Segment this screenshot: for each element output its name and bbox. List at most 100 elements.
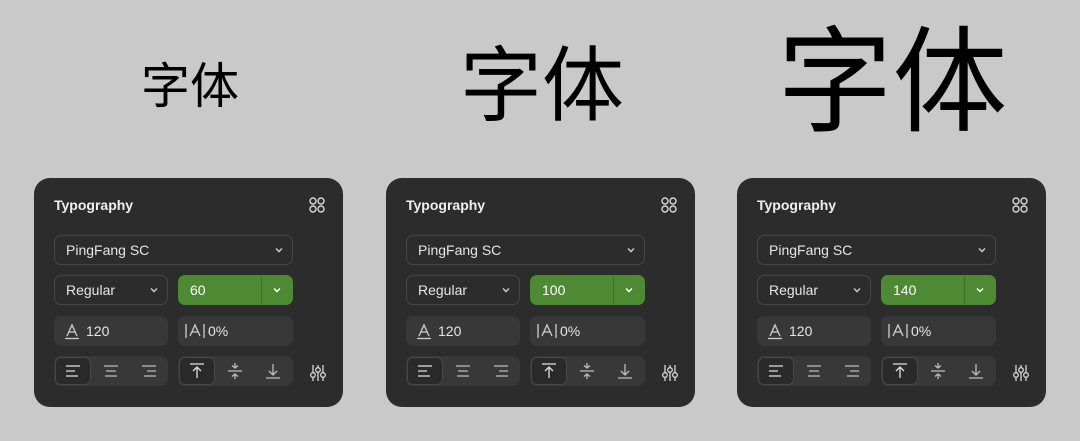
align-middle-button[interactable] <box>217 357 253 385</box>
font-size-value: 60 <box>190 282 206 298</box>
font-weight-value: Regular <box>418 282 468 298</box>
align-middle-icon <box>228 363 242 379</box>
align-right-icon <box>142 365 156 377</box>
letter-spacing-value: 0% <box>911 323 932 339</box>
vertical-align-group <box>178 356 293 386</box>
align-middle-button[interactable] <box>920 357 956 385</box>
align-left-button[interactable] <box>55 357 91 385</box>
align-left-icon <box>66 365 80 377</box>
font-size-value: 140 <box>893 282 917 298</box>
align-top-button[interactable] <box>179 357 215 385</box>
vertical-align-group <box>530 356 645 386</box>
font-family-value: PingFang SC <box>418 242 502 258</box>
align-right-button[interactable] <box>131 357 167 385</box>
line-height-icon <box>768 323 782 340</box>
align-left-button[interactable] <box>758 357 794 385</box>
align-bottom-button[interactable] <box>607 357 643 385</box>
font-family-value: PingFang SC <box>66 242 150 258</box>
line-height-value: 120 <box>789 323 813 339</box>
align-center-button[interactable] <box>93 357 129 385</box>
align-right-button[interactable] <box>834 357 870 385</box>
sliders-icon[interactable] <box>1011 363 1031 383</box>
vertical-align-group <box>881 356 996 386</box>
grid-dots-icon[interactable] <box>306 194 328 216</box>
line-height-value: 120 <box>438 323 462 339</box>
horizontal-align-group <box>406 356 520 386</box>
align-left-icon <box>418 365 432 377</box>
align-left-icon <box>769 365 783 377</box>
align-center-button[interactable] <box>445 357 481 385</box>
typography-panel-1: Typography PingFang SC Regular 60 120 0% <box>34 178 343 407</box>
font-weight-select[interactable]: Regular <box>406 275 520 305</box>
align-center-icon <box>104 365 118 377</box>
align-bottom-icon <box>969 364 983 379</box>
line-height-field[interactable]: 120 <box>54 316 168 346</box>
align-right-button[interactable] <box>483 357 519 385</box>
align-center-button[interactable] <box>796 357 832 385</box>
align-right-icon <box>845 365 859 377</box>
letter-spacing-field[interactable]: 0% <box>881 316 996 346</box>
sliders-icon[interactable] <box>660 363 680 383</box>
line-height-field[interactable]: 120 <box>406 316 520 346</box>
align-right-icon <box>494 365 508 377</box>
horizontal-align-group <box>757 356 871 386</box>
grid-dots-icon[interactable] <box>658 194 680 216</box>
align-top-icon <box>542 363 556 378</box>
font-family-select[interactable]: PingFang SC <box>757 235 996 265</box>
letter-spacing-value: 0% <box>560 323 581 339</box>
chevron-down-icon <box>493 285 519 295</box>
font-family-select[interactable]: PingFang SC <box>54 235 293 265</box>
letter-spacing-icon <box>888 323 908 338</box>
align-top-icon <box>893 363 907 378</box>
sliders-icon[interactable] <box>308 363 328 383</box>
chevron-down-icon <box>969 245 995 255</box>
line-height-field[interactable]: 120 <box>757 316 871 346</box>
font-family-select[interactable]: PingFang SC <box>406 235 645 265</box>
line-height-icon <box>417 323 431 340</box>
align-top-icon <box>190 363 204 378</box>
align-bottom-icon <box>618 364 632 379</box>
font-size-value: 100 <box>542 282 566 298</box>
font-size-select[interactable]: 60 <box>178 275 293 305</box>
align-center-icon <box>456 365 470 377</box>
font-size-select[interactable]: 140 <box>881 275 996 305</box>
letter-spacing-field[interactable]: 0% <box>530 316 645 346</box>
font-sample-small: 字体 <box>140 58 239 115</box>
letter-spacing-icon <box>537 323 557 338</box>
font-sample-medium: 字体 <box>459 39 624 134</box>
line-height-value: 120 <box>86 323 110 339</box>
letter-spacing-icon <box>185 323 205 338</box>
line-height-icon <box>65 323 79 340</box>
chevron-down-icon <box>964 276 995 304</box>
chevron-down-icon <box>613 276 644 304</box>
align-middle-button[interactable] <box>569 357 605 385</box>
align-top-button[interactable] <box>531 357 567 385</box>
chevron-down-icon <box>266 245 292 255</box>
font-family-value: PingFang SC <box>769 242 853 258</box>
typography-panel-3: Typography PingFang SC Regular 140 120 0… <box>737 178 1046 407</box>
panel-title: Typography <box>54 197 134 213</box>
panel-title: Typography <box>406 197 486 213</box>
font-sample-large: 字体 <box>777 16 1008 150</box>
align-bottom-icon <box>266 364 280 379</box>
chevron-down-icon <box>261 276 292 304</box>
typography-panel-2: Typography PingFang SC Regular 100 120 0… <box>386 178 695 407</box>
font-weight-value: Regular <box>66 282 116 298</box>
align-middle-icon <box>580 363 594 379</box>
letter-spacing-value: 0% <box>208 323 229 339</box>
font-weight-select[interactable]: Regular <box>54 275 168 305</box>
font-weight-value: Regular <box>769 282 819 298</box>
align-bottom-button[interactable] <box>958 357 994 385</box>
align-left-button[interactable] <box>407 357 443 385</box>
chevron-down-icon <box>141 285 167 295</box>
chevron-down-icon <box>844 285 870 295</box>
font-size-select[interactable]: 100 <box>530 275 645 305</box>
grid-dots-icon[interactable] <box>1009 194 1031 216</box>
font-weight-select[interactable]: Regular <box>757 275 871 305</box>
panel-title: Typography <box>757 197 837 213</box>
align-top-button[interactable] <box>882 357 918 385</box>
chevron-down-icon <box>618 245 644 255</box>
align-middle-icon <box>931 363 945 379</box>
align-bottom-button[interactable] <box>255 357 291 385</box>
letter-spacing-field[interactable]: 0% <box>178 316 293 346</box>
